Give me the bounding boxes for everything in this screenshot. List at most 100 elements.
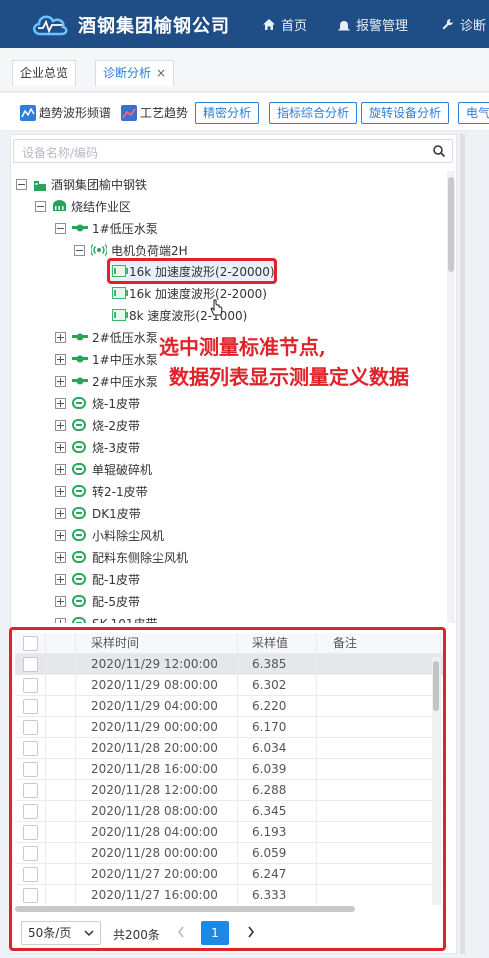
tree-node-pump3[interactable]: 1#中压水泵 xyxy=(55,348,158,370)
expand-icon[interactable] xyxy=(55,529,66,541)
expand-icon[interactable] xyxy=(55,595,66,607)
next-page-icon[interactable] xyxy=(246,924,256,940)
expand-icon[interactable] xyxy=(55,419,66,431)
nav-diagnosis[interactable]: 诊断 xyxy=(441,15,486,34)
table-row[interactable]: 2020/11/28 12:00:00 6.288 xyxy=(15,780,443,801)
tree-node-belt1[interactable]: 烧-1皮带 xyxy=(55,392,140,414)
collapse-icon[interactable] xyxy=(35,200,46,212)
table-row[interactable]: 2020/11/28 20:00:00 6.034 xyxy=(15,738,443,759)
nav-alarm[interactable]: 报警管理 xyxy=(337,15,408,34)
table-row[interactable]: 2020/11/29 00:00:00 6.170 xyxy=(15,717,443,738)
table-scroll-thumb[interactable] xyxy=(433,661,439,711)
expand-icon[interactable] xyxy=(55,353,66,365)
row-checkbox[interactable] xyxy=(23,846,38,861)
search-icon[interactable] xyxy=(432,144,446,158)
expand-icon[interactable] xyxy=(55,485,66,497)
expand-icon[interactable] xyxy=(55,463,66,475)
row-checkbox[interactable] xyxy=(23,699,38,714)
close-icon[interactable]: × xyxy=(156,66,166,80)
tree-node-belt7[interactable]: 配-5皮带 xyxy=(55,590,140,612)
table-row[interactable]: 2020/11/28 04:00:00 6.193 xyxy=(15,822,443,843)
conveyor-icon xyxy=(72,551,86,563)
collapse-icon[interactable] xyxy=(74,244,85,256)
expand-icon[interactable] xyxy=(55,331,66,343)
page-size-select[interactable]: 50条/页 xyxy=(21,921,101,945)
annotation-line-1: 选中测量标准节点, xyxy=(159,335,326,359)
row-checkbox[interactable] xyxy=(23,678,38,693)
tree-node-pump1[interactable]: 1#低压水泵 xyxy=(55,217,158,239)
row-checkbox[interactable] xyxy=(23,888,38,903)
tree-node-belt5[interactable]: DK1皮带 xyxy=(55,502,141,524)
expand-icon[interactable] xyxy=(55,441,66,453)
expand-icon[interactable] xyxy=(55,551,66,563)
row-checkbox[interactable] xyxy=(23,783,38,798)
collapse-icon[interactable] xyxy=(55,222,66,234)
row-checkbox[interactable] xyxy=(23,657,38,672)
table-row[interactable]: 2020/11/29 12:00:00 6.385 xyxy=(15,654,443,675)
tree-node-belt2[interactable]: 烧-2皮带 xyxy=(55,414,140,436)
precision-analysis-button[interactable]: 精密分析 xyxy=(195,102,260,124)
table-row[interactable]: 2020/11/28 16:00:00 6.039 xyxy=(15,759,443,780)
table-row[interactable]: 2020/11/29 04:00:00 6.220 xyxy=(15,696,443,717)
annotation-line-2: 数据列表显示测量定义数据 xyxy=(169,365,409,389)
expand-icon[interactable] xyxy=(55,397,66,409)
tree-scrollbar[interactable] xyxy=(447,171,455,623)
table-row[interactable]: 2020/11/27 20:00:00 6.247 xyxy=(15,864,443,885)
tree-node-crusher[interactable]: 单辊破碎机 xyxy=(55,458,152,480)
table-vertical-scrollbar[interactable] xyxy=(432,657,440,905)
tree-node-belt3[interactable]: 烧-3皮带 xyxy=(55,436,140,458)
nav-diagnosis-label: 诊断 xyxy=(460,19,487,34)
tree-node-point-2[interactable]: 16k 加速度波形(2-2000) xyxy=(112,282,267,304)
process-trend-button[interactable]: 工艺趋势 xyxy=(121,104,188,121)
table-row[interactable]: 2020/11/29 08:00:00 6.302 xyxy=(15,675,443,696)
tree-node-crusher-label: 单辊破碎机 xyxy=(92,462,153,477)
tree-node-belt4[interactable]: 转2-1皮带 xyxy=(55,480,148,502)
selection-highlight-box xyxy=(107,258,277,284)
tree-node-pump2[interactable]: 2#低压水泵 xyxy=(55,326,158,348)
table-row[interactable]: 2020/11/28 08:00:00 6.345 xyxy=(15,801,443,822)
tree-node-root[interactable]: 酒钢集团榆中钢铁 xyxy=(16,173,147,195)
trend-waveform-spectrum-button[interactable]: 趋势波形频谱 xyxy=(20,104,111,121)
row-checkbox[interactable] xyxy=(23,741,38,756)
table-row[interactable]: 2020/11/27 16:00:00 6.333 xyxy=(15,885,443,905)
wrench-icon xyxy=(442,19,453,30)
cell-sample-value: 6.220 xyxy=(252,699,287,713)
expand-icon[interactable] xyxy=(55,617,66,623)
tree-node-belt6[interactable]: 配-1皮带 xyxy=(55,568,140,590)
tree-node-fan1[interactable]: 小料除尘风机 xyxy=(55,524,164,546)
cell-sample-value: 6.385 xyxy=(252,657,287,671)
expand-icon[interactable] xyxy=(55,507,66,519)
page-scrollbar[interactable] xyxy=(460,134,465,954)
tab-diagnosis-analysis[interactable]: 诊断分析 × xyxy=(95,60,175,86)
current-page-button[interactable]: 1 xyxy=(201,921,229,945)
expand-icon[interactable] xyxy=(55,573,66,585)
index-comprehensive-analysis-button[interactable]: 指标综合分析 xyxy=(269,102,358,124)
electrical-button[interactable]: 电气 xyxy=(458,102,489,124)
row-checkbox[interactable] xyxy=(23,762,38,777)
tab-enterprise-overview[interactable]: 企业总览 xyxy=(12,60,77,86)
tree-node-fan2[interactable]: 配料东侧除尘风机 xyxy=(55,546,188,568)
expand-icon[interactable] xyxy=(55,375,66,387)
tree-scroll-thumb[interactable] xyxy=(448,177,454,272)
prev-page-icon[interactable] xyxy=(176,924,186,940)
cell-sample-time: 2020/11/28 12:00:00 xyxy=(91,783,218,797)
column-sample-value[interactable]: 采样值 xyxy=(252,633,288,654)
table-horizontal-scrollbar[interactable] xyxy=(15,906,355,912)
collapse-icon[interactable] xyxy=(16,178,27,190)
column-sample-time[interactable]: 采样时间 xyxy=(91,633,139,654)
nav-home[interactable]: 首页 xyxy=(262,15,307,34)
select-all-checkbox[interactable] xyxy=(23,636,38,651)
row-checkbox[interactable] xyxy=(23,804,38,819)
tree-node-pump4[interactable]: 2#中压水泵 xyxy=(55,370,158,392)
tree-node-belt8[interactable]: SK-101皮带 xyxy=(55,612,157,623)
search-input[interactable]: 设备名称/编码 xyxy=(13,139,453,163)
row-checkbox[interactable] xyxy=(23,867,38,882)
conveyor-icon xyxy=(72,397,86,409)
rotating-equipment-analysis-button[interactable]: 旋转设备分析 xyxy=(361,102,450,124)
tree-node-area[interactable]: 烧结作业区 xyxy=(35,195,131,217)
table-row[interactable]: 2020/11/28 00:00:00 6.059 xyxy=(15,843,443,864)
row-checkbox[interactable] xyxy=(23,825,38,840)
column-remark[interactable]: 备注 xyxy=(333,633,357,654)
row-checkbox[interactable] xyxy=(23,720,38,735)
tree-node-point-3[interactable]: 8k 速度波形(2-1000) xyxy=(112,304,247,326)
